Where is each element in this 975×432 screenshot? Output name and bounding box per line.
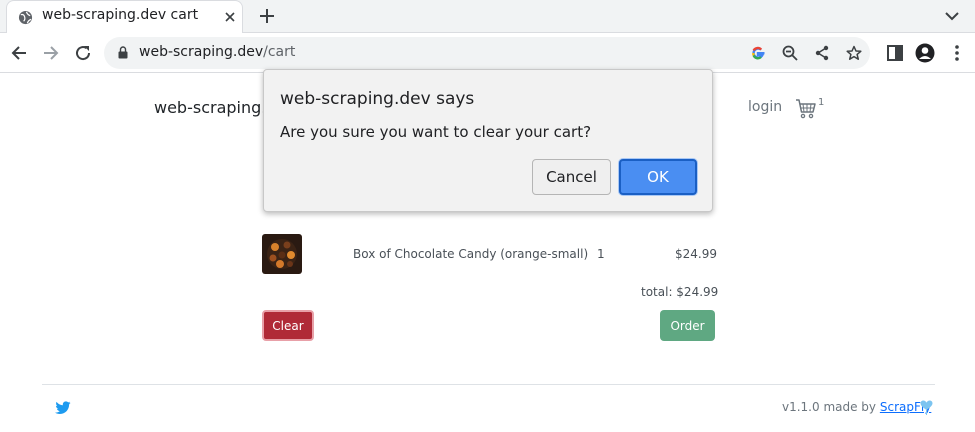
item-price: $24.99 xyxy=(675,247,717,261)
url-text[interactable]: web-scraping.dev/cart xyxy=(139,44,295,60)
globe-icon xyxy=(18,10,33,25)
profile-avatar-icon[interactable] xyxy=(915,43,935,63)
tab-title: web-scraping.dev cart xyxy=(42,7,199,23)
tab-strip: web-scraping.dev cart xyxy=(0,0,975,34)
side-panel-icon[interactable] xyxy=(885,43,905,63)
lock-icon[interactable] xyxy=(118,46,128,59)
share-icon[interactable] xyxy=(814,45,830,61)
kebab-menu-icon[interactable] xyxy=(947,43,967,63)
new-tab-plus-icon[interactable] xyxy=(258,7,276,25)
star-icon[interactable] xyxy=(846,45,862,61)
confirm-dialog: web-scraping.dev says Are you sure you w… xyxy=(263,69,713,212)
clear-button[interactable]: Clear xyxy=(262,310,314,341)
close-icon[interactable] xyxy=(222,9,238,25)
footer-divider xyxy=(42,384,935,385)
address-bar[interactable]: web-scraping.dev/cart xyxy=(104,37,870,69)
ok-button[interactable]: OK xyxy=(619,159,697,195)
login-link[interactable]: login xyxy=(748,99,782,115)
browser-toolbar: web-scraping.dev/cart xyxy=(0,33,975,73)
order-button[interactable]: Order xyxy=(660,310,715,341)
item-name[interactable]: Box of Chocolate Candy (orange-small) xyxy=(353,247,588,261)
dialog-message: Are you sure you want to clear your cart… xyxy=(280,123,592,141)
back-arrow-icon[interactable] xyxy=(9,43,29,63)
forward-arrow-icon[interactable] xyxy=(41,43,61,63)
cart-total: total: $24.99 xyxy=(641,285,719,299)
chevron-down-icon[interactable] xyxy=(944,9,960,23)
cancel-button[interactable]: Cancel xyxy=(532,159,611,195)
google-icon[interactable] xyxy=(750,45,766,61)
balloon-heart-icon xyxy=(920,400,933,415)
twitter-icon[interactable] xyxy=(55,401,71,415)
cart-icon[interactable] xyxy=(795,98,817,120)
item-quantity: 1 xyxy=(597,247,605,261)
zoom-icon[interactable] xyxy=(782,45,798,61)
browser-tab[interactable]: web-scraping.dev cart xyxy=(6,0,243,34)
cart-count-badge: 1 xyxy=(818,97,825,108)
product-image[interactable] xyxy=(262,234,302,274)
reload-icon[interactable] xyxy=(73,43,93,63)
dialog-title: web-scraping.dev says xyxy=(280,89,475,109)
footer-credit: v1.1.0 made by ScrapFly xyxy=(782,400,932,414)
